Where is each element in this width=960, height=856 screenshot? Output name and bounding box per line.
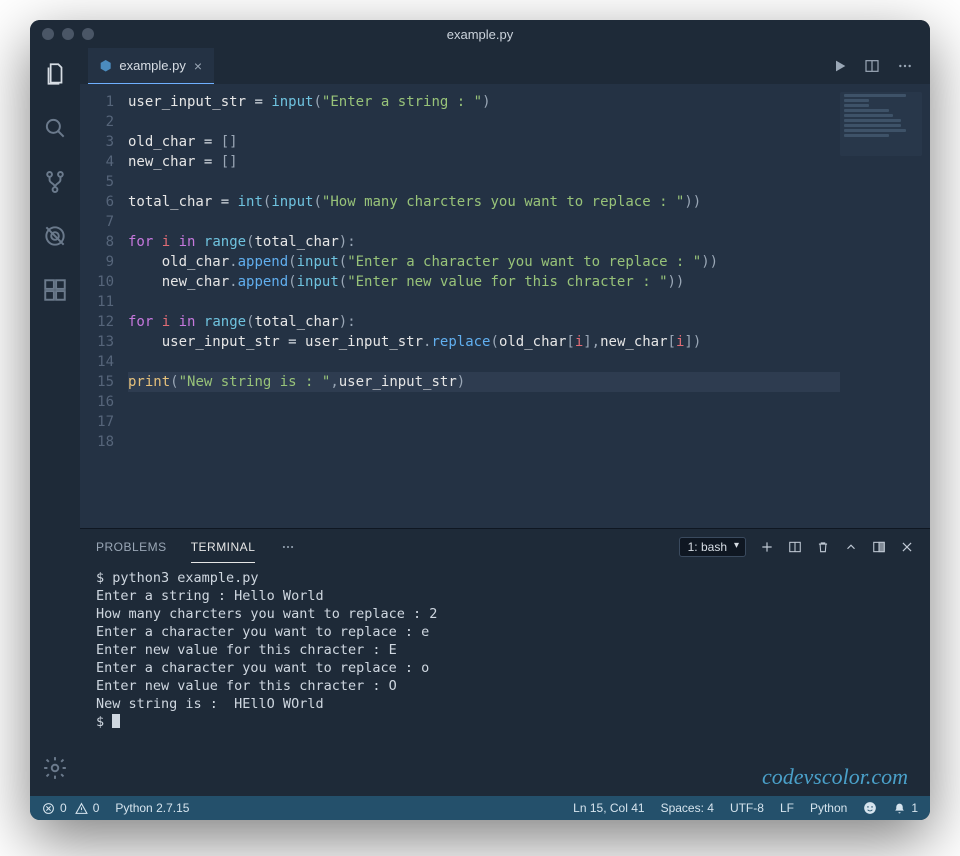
activity-bar (30, 48, 80, 796)
run-icon[interactable] (832, 58, 848, 74)
code-editor[interactable]: 123456789101112131415161718 user_input_s… (80, 84, 930, 528)
source-control-icon[interactable] (41, 168, 69, 196)
panel-tabs: PROBLEMS TERMINAL 1: bash (80, 529, 930, 565)
split-editor-icon[interactable] (864, 58, 880, 74)
panel-more-icon[interactable] (279, 540, 297, 554)
traffic-lights (42, 28, 94, 40)
split-terminal-icon[interactable] (788, 540, 802, 554)
tab-filename: example.py (119, 58, 185, 73)
tab-example-py[interactable]: ⬢ example.py × (88, 48, 214, 84)
explorer-icon[interactable] (41, 60, 69, 88)
status-language[interactable]: Python (810, 801, 847, 815)
code-content[interactable]: user_input_str = input("Enter a string :… (128, 84, 930, 528)
terminal-selector[interactable]: 1: bash (679, 537, 746, 557)
minimap[interactable] (840, 92, 922, 156)
editor-actions (832, 48, 930, 84)
titlebar: example.py (30, 20, 930, 48)
panel-tab-terminal[interactable]: TERMINAL (191, 532, 256, 563)
status-python-version[interactable]: Python 2.7.15 (115, 801, 189, 815)
more-actions-icon[interactable] (896, 58, 914, 74)
status-indentation[interactable]: Spaces: 4 (661, 801, 714, 815)
bottom-panel: PROBLEMS TERMINAL 1: bash (80, 528, 930, 796)
line-number-gutter: 123456789101112131415161718 (80, 84, 128, 528)
status-warnings[interactable]: 0 (75, 801, 100, 815)
settings-gear-icon[interactable] (41, 754, 69, 782)
debug-icon[interactable] (41, 222, 69, 250)
new-terminal-icon[interactable] (760, 540, 774, 554)
status-errors[interactable]: 0 (42, 801, 67, 815)
status-eol[interactable]: LF (780, 801, 794, 815)
panel-chevron-up-icon[interactable] (844, 540, 858, 554)
status-feedback-icon[interactable] (863, 801, 877, 815)
window-title: example.py (30, 27, 930, 42)
minimize-window-button[interactable] (62, 28, 74, 40)
kill-terminal-icon[interactable] (816, 540, 830, 554)
maximize-window-button[interactable] (82, 28, 94, 40)
maximize-panel-icon[interactable] (872, 540, 886, 554)
vscode-window: example.py (30, 20, 930, 820)
watermark-text: codevscolor.com (762, 764, 908, 790)
status-cursor-position[interactable]: Ln 15, Col 41 (573, 801, 644, 815)
editor-column: ⬢ example.py × (80, 48, 930, 796)
status-bar: 0 0 Python 2.7.15 Ln 15, Col 41 Spaces: … (30, 796, 930, 820)
main-area: ⬢ example.py × (30, 48, 930, 796)
extensions-icon[interactable] (41, 276, 69, 304)
terminal-output[interactable]: $ python3 example.pyEnter a string : Hel… (80, 565, 930, 796)
search-icon[interactable] (41, 114, 69, 142)
editor-tabs: ⬢ example.py × (80, 48, 930, 84)
close-window-button[interactable] (42, 28, 54, 40)
status-notifications[interactable]: 1 (893, 801, 918, 815)
close-panel-icon[interactable] (900, 540, 914, 554)
panel-tab-problems[interactable]: PROBLEMS (96, 532, 167, 562)
close-tab-icon[interactable]: × (194, 58, 202, 74)
python-file-icon: ⬢ (100, 58, 111, 74)
status-encoding[interactable]: UTF-8 (730, 801, 764, 815)
